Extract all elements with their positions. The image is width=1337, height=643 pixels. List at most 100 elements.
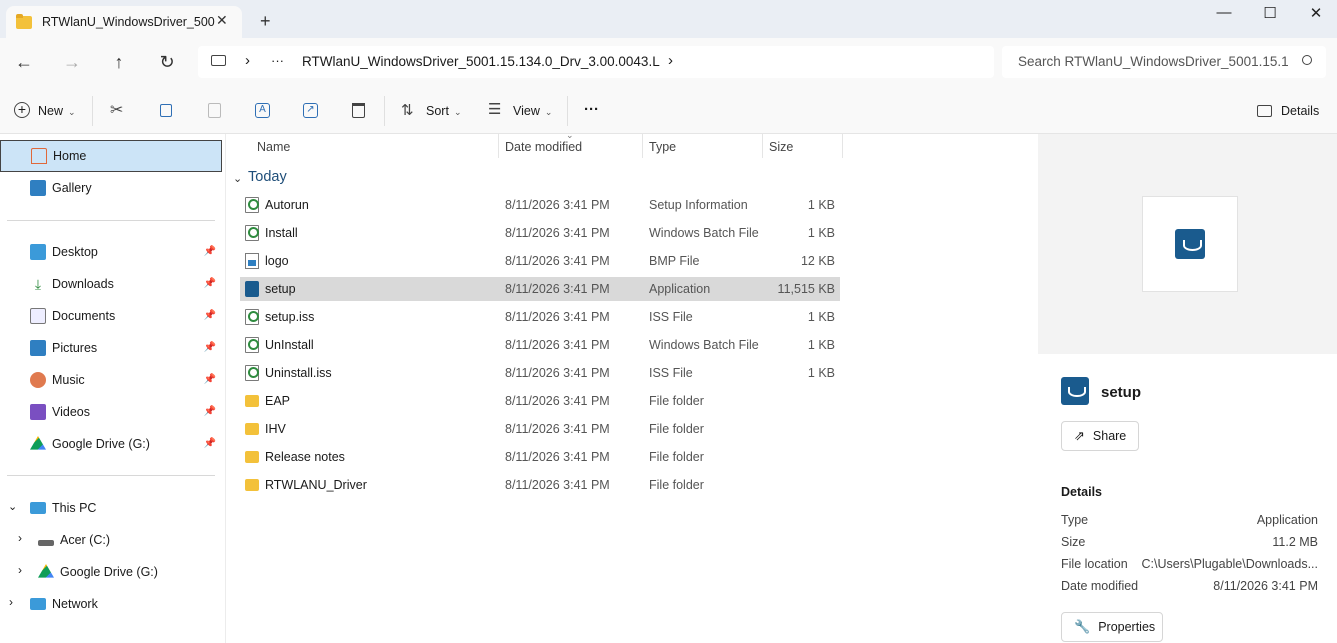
file-row[interactable]: IHV 8/11/2026 3:41 PM File folder: [240, 417, 840, 441]
column-header-date[interactable]: Date modified: [505, 140, 582, 154]
file-size: 11,515 KB: [777, 282, 835, 296]
share-button[interactable]: ⇗ Share: [1061, 421, 1139, 451]
file-date: 8/11/2026 3:41 PM: [505, 366, 610, 380]
search-input[interactable]: Search RTWlanU_WindowsDriver_5001.15.1: [1018, 54, 1289, 69]
delete-icon[interactable]: [352, 103, 365, 118]
group-header-today[interactable]: Today: [248, 169, 287, 185]
tab-current[interactable]: RTWlanU_WindowsDriver_500: [6, 6, 242, 38]
minimize-button[interactable]: —: [1201, 4, 1247, 24]
sidebar-item-label: Google Drive (G:): [52, 437, 150, 451]
column-divider[interactable]: [842, 134, 843, 158]
new-button[interactable]: New ⌄: [38, 104, 76, 118]
pin-icon[interactable]: 📌: [204, 374, 216, 385]
pin-icon[interactable]: 📌: [204, 438, 216, 449]
cut-icon[interactable]: ✂: [110, 100, 123, 120]
file-row[interactable]: Release notes 8/11/2026 3:41 PM File folde…: [240, 445, 840, 469]
file-type: Windows Batch File: [649, 226, 759, 240]
file-date: 8/11/2026 3:41 PM: [505, 198, 610, 212]
view-button[interactable]: View ⌄: [513, 104, 552, 118]
file-row[interactable]: Autorun 8/11/2026 3:41 PM Setup Informatio…: [240, 193, 840, 217]
refresh-button[interactable]: ↻: [155, 52, 179, 73]
sidebar-item-music[interactable]: Music 📌: [0, 364, 222, 396]
sidebar-item-videos[interactable]: Videos 📌: [0, 396, 222, 428]
details-heading: Details: [1061, 485, 1102, 499]
sidebar-item-label: Google Drive (G:): [60, 565, 158, 579]
maximize-button[interactable]: ☐: [1247, 4, 1293, 24]
pin-icon[interactable]: 📌: [204, 406, 216, 417]
desktop-icon: [30, 244, 46, 260]
sort-icon[interactable]: ⇅: [401, 101, 414, 119]
breadcrumb-overflow[interactable]: ···: [271, 53, 284, 68]
sidebar-divider: [7, 220, 215, 221]
column-divider[interactable]: [642, 134, 643, 158]
view-icon[interactable]: ☰: [488, 100, 501, 118]
file-row[interactable]: setup 8/11/2026 3:41 PM Application 11,515 …: [240, 277, 840, 301]
back-button[interactable]: ←: [12, 52, 36, 73]
sidebar-item-documents[interactable]: Documents 📌: [0, 300, 222, 332]
sidebar-item-label: This PC: [52, 501, 97, 515]
detail-value-location[interactable]: C:\Users\Plugable\Downloads...: [1142, 557, 1318, 571]
wrench-icon: 🔧: [1074, 619, 1091, 634]
forward-button[interactable]: →: [60, 52, 84, 73]
file-row[interactable]: RTWLANU_Driver 8/11/2026 3:41 PM File fold…: [240, 473, 840, 497]
share-icon: ⇗: [1074, 428, 1085, 443]
detail-key-type: Type: [1061, 513, 1089, 527]
sidebar-item-google-drive-g[interactable]: Google Drive (G:): [0, 556, 222, 588]
column-header-name[interactable]: Name: [257, 140, 290, 154]
sidebar-item-downloads[interactable]: ⤓ Downloads 📌: [0, 268, 222, 300]
share-label: Share: [1092, 429, 1127, 443]
file-row[interactable]: UnInstall 8/11/2026 3:41 PM Windows Batch …: [240, 333, 840, 357]
details-pane-icon[interactable]: [1257, 105, 1272, 117]
network-icon: [30, 598, 46, 610]
tab-close-icon[interactable]: ✕: [216, 12, 228, 29]
file-row[interactable]: Uninstall.iss 8/11/2026 3:41 PM ISS File 1 …: [240, 361, 840, 385]
column-header-type[interactable]: Type: [649, 140, 676, 154]
sidebar-item-network[interactable]: Network: [0, 588, 222, 620]
file-row[interactable]: Install 8/11/2026 3:41 PM Windows Batch Fi…: [240, 221, 840, 245]
share-icon[interactable]: ↗: [303, 103, 318, 118]
pin-icon[interactable]: 📌: [204, 246, 216, 257]
sidebar-item-this-pc[interactable]: This PC: [0, 492, 222, 524]
sidebar-item-acer-c[interactable]: Acer (C:): [0, 524, 222, 556]
sidebar-item-google-drive[interactable]: Google Drive (G:) 📌: [0, 428, 222, 460]
details-button[interactable]: Details: [1281, 104, 1319, 118]
rename-icon[interactable]: A: [255, 103, 270, 118]
file-row[interactable]: setup.iss 8/11/2026 3:41 PM ISS File 1 KB: [240, 305, 840, 329]
breadcrumb-separator[interactable]: ›: [245, 52, 250, 69]
file-name: IHV: [265, 422, 286, 436]
group-collapse-icon[interactable]: ⌄: [233, 172, 242, 185]
this-pc-icon: [30, 502, 46, 514]
sidebar-item-label: Videos: [52, 405, 90, 419]
sidebar-item-pictures[interactable]: Pictures 📌: [0, 332, 222, 364]
copy-icon[interactable]: [160, 104, 172, 117]
file-size: 1 KB: [807, 366, 835, 380]
paste-icon[interactable]: [208, 103, 221, 118]
search-icon[interactable]: [1302, 55, 1312, 65]
sidebar-item-desktop[interactable]: Desktop 📌: [0, 236, 222, 268]
file-name: UnInstall: [265, 338, 314, 352]
properties-button[interactable]: 🔧 Properties: [1061, 612, 1163, 642]
pin-icon[interactable]: 📌: [204, 278, 216, 289]
sort-button[interactable]: Sort ⌄: [426, 104, 461, 118]
close-window-button[interactable]: ✕: [1293, 4, 1337, 24]
new-icon[interactable]: +: [14, 102, 30, 118]
breadcrumb-chevron[interactable]: ›: [668, 52, 673, 69]
pin-icon[interactable]: 📌: [204, 310, 216, 321]
app-icon: [1061, 377, 1089, 405]
file-row[interactable]: EAP 8/11/2026 3:41 PM File folder: [240, 389, 840, 413]
detail-key-location: File location: [1061, 557, 1128, 571]
breadcrumb-current[interactable]: RTWlanU_WindowsDriver_5001.15.134.0_Drv_…: [302, 54, 660, 69]
up-button[interactable]: ↑: [107, 52, 131, 73]
sidebar-item-home[interactable]: Home: [0, 140, 222, 172]
column-header-size[interactable]: Size: [769, 140, 793, 154]
pin-icon[interactable]: 📌: [204, 342, 216, 353]
column-divider[interactable]: [498, 134, 499, 158]
more-options-button[interactable]: ···: [584, 101, 599, 118]
sidebar-item-gallery[interactable]: Gallery: [0, 172, 222, 204]
file-type: BMP File: [649, 254, 700, 268]
file-row[interactable]: logo 8/11/2026 3:41 PM BMP File 12 KB: [240, 249, 840, 273]
column-divider[interactable]: [762, 134, 763, 158]
new-tab-button[interactable]: +: [260, 11, 271, 32]
folder-icon: [245, 423, 259, 435]
this-pc-icon[interactable]: [211, 55, 226, 66]
